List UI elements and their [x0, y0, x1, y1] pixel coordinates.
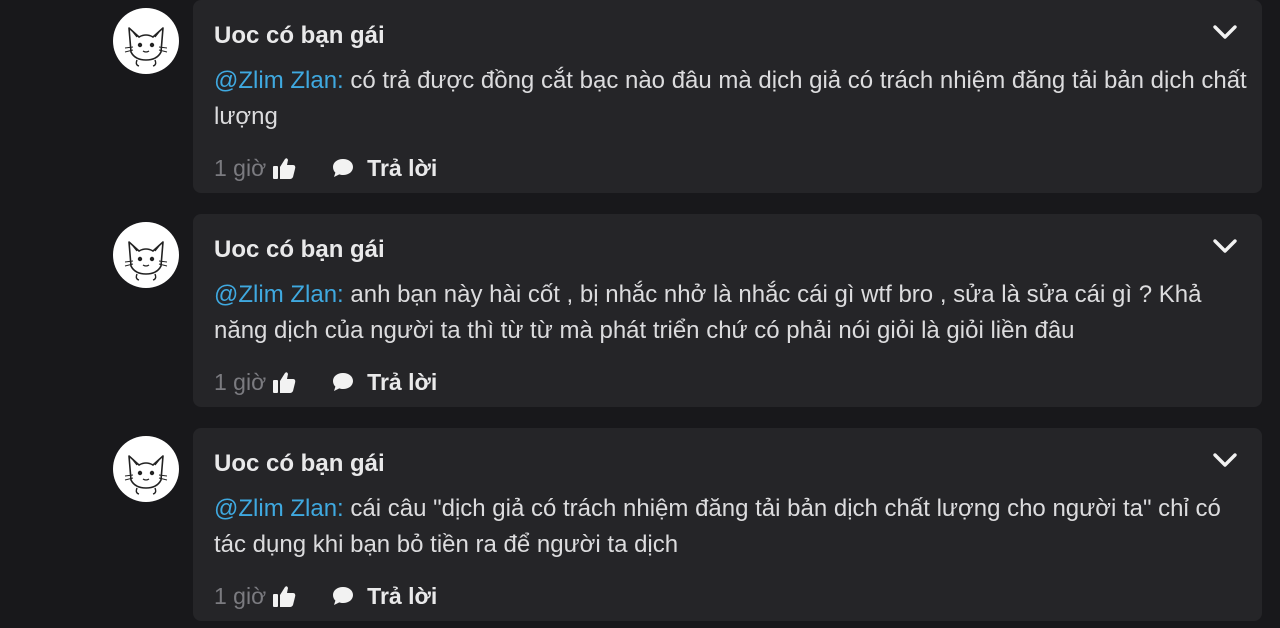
reply-button[interactable]: Trả lời: [331, 583, 437, 610]
comment-item: Uoc có bạn gái @Zlim Zlan: anh bạn này h…: [0, 214, 1280, 414]
comment-body: @Zlim Zlan: cái câu "dịch giả có trách n…: [214, 491, 1254, 563]
comment-body: @Zlim Zlan: anh bạn này hài cốt , bị nhắ…: [214, 277, 1254, 349]
comment-card: Uoc có bạn gái @Zlim Zlan: cái câu "dịch…: [193, 428, 1262, 621]
comment-actions: 1 giờ Trả lời: [214, 367, 437, 397]
avatar[interactable]: [113, 222, 179, 288]
speech-bubble-icon: [333, 587, 354, 605]
comment-author[interactable]: Uoc có bạn gái: [214, 236, 385, 264]
avatar[interactable]: [113, 436, 179, 502]
reply-label: Trả lời: [367, 582, 438, 609]
thumbs-up-icon[interactable]: [271, 583, 297, 609]
speech-bubble-icon: [333, 159, 354, 177]
reply-label: Trả lời: [367, 154, 438, 181]
chevron-down-icon[interactable]: [1212, 450, 1238, 470]
comment-text: anh bạn này hài cốt , bị nhắc nhở là nhắ…: [214, 281, 1202, 344]
comment-time: 1 giờ: [214, 368, 267, 395]
comment-card: Uoc có bạn gái @Zlim Zlan: anh bạn này h…: [193, 214, 1262, 407]
comment-actions: 1 giờ Trả lời: [214, 581, 437, 611]
thumbs-up-icon[interactable]: [271, 155, 297, 181]
comment-time: 1 giờ: [214, 154, 267, 181]
comment-body: @Zlim Zlan: có trả được đồng cắt bạc nào…: [214, 63, 1254, 135]
chevron-down-icon[interactable]: [1212, 236, 1238, 256]
reply-button[interactable]: Trả lời: [331, 155, 437, 182]
comment-time: 1 giờ: [214, 582, 267, 609]
comment-card: Uoc có bạn gái @Zlim Zlan: có trả được đ…: [193, 0, 1262, 193]
cat-avatar-icon: [124, 27, 168, 67]
reply-button[interactable]: Trả lời: [331, 369, 437, 396]
avatar[interactable]: [113, 8, 179, 74]
comment-author[interactable]: Uoc có bạn gái: [214, 22, 385, 50]
cat-avatar-icon: [124, 241, 168, 281]
thumbs-up-icon[interactable]: [271, 369, 297, 395]
cat-avatar-icon: [124, 455, 168, 495]
mention-link[interactable]: @Zlim Zlan:: [214, 495, 344, 522]
comment-text: cái câu "dịch giả có trách nhiệm đăng tả…: [214, 495, 1221, 558]
speech-bubble-icon: [333, 373, 354, 391]
comment-text: có trả được đồng cắt bạc nào đâu mà dịch…: [214, 67, 1247, 130]
reply-label: Trả lời: [367, 368, 438, 395]
comment-item: Uoc có bạn gái @Zlim Zlan: có trả được đ…: [0, 0, 1280, 200]
comment-item: Uoc có bạn gái @Zlim Zlan: cái câu "dịch…: [0, 428, 1280, 628]
mention-link[interactable]: @Zlim Zlan:: [214, 67, 344, 94]
chevron-down-icon[interactable]: [1212, 22, 1238, 42]
comment-actions: 1 giờ Trả lời: [214, 153, 437, 183]
mention-link[interactable]: @Zlim Zlan:: [214, 281, 344, 308]
comment-author[interactable]: Uoc có bạn gái: [214, 450, 385, 478]
